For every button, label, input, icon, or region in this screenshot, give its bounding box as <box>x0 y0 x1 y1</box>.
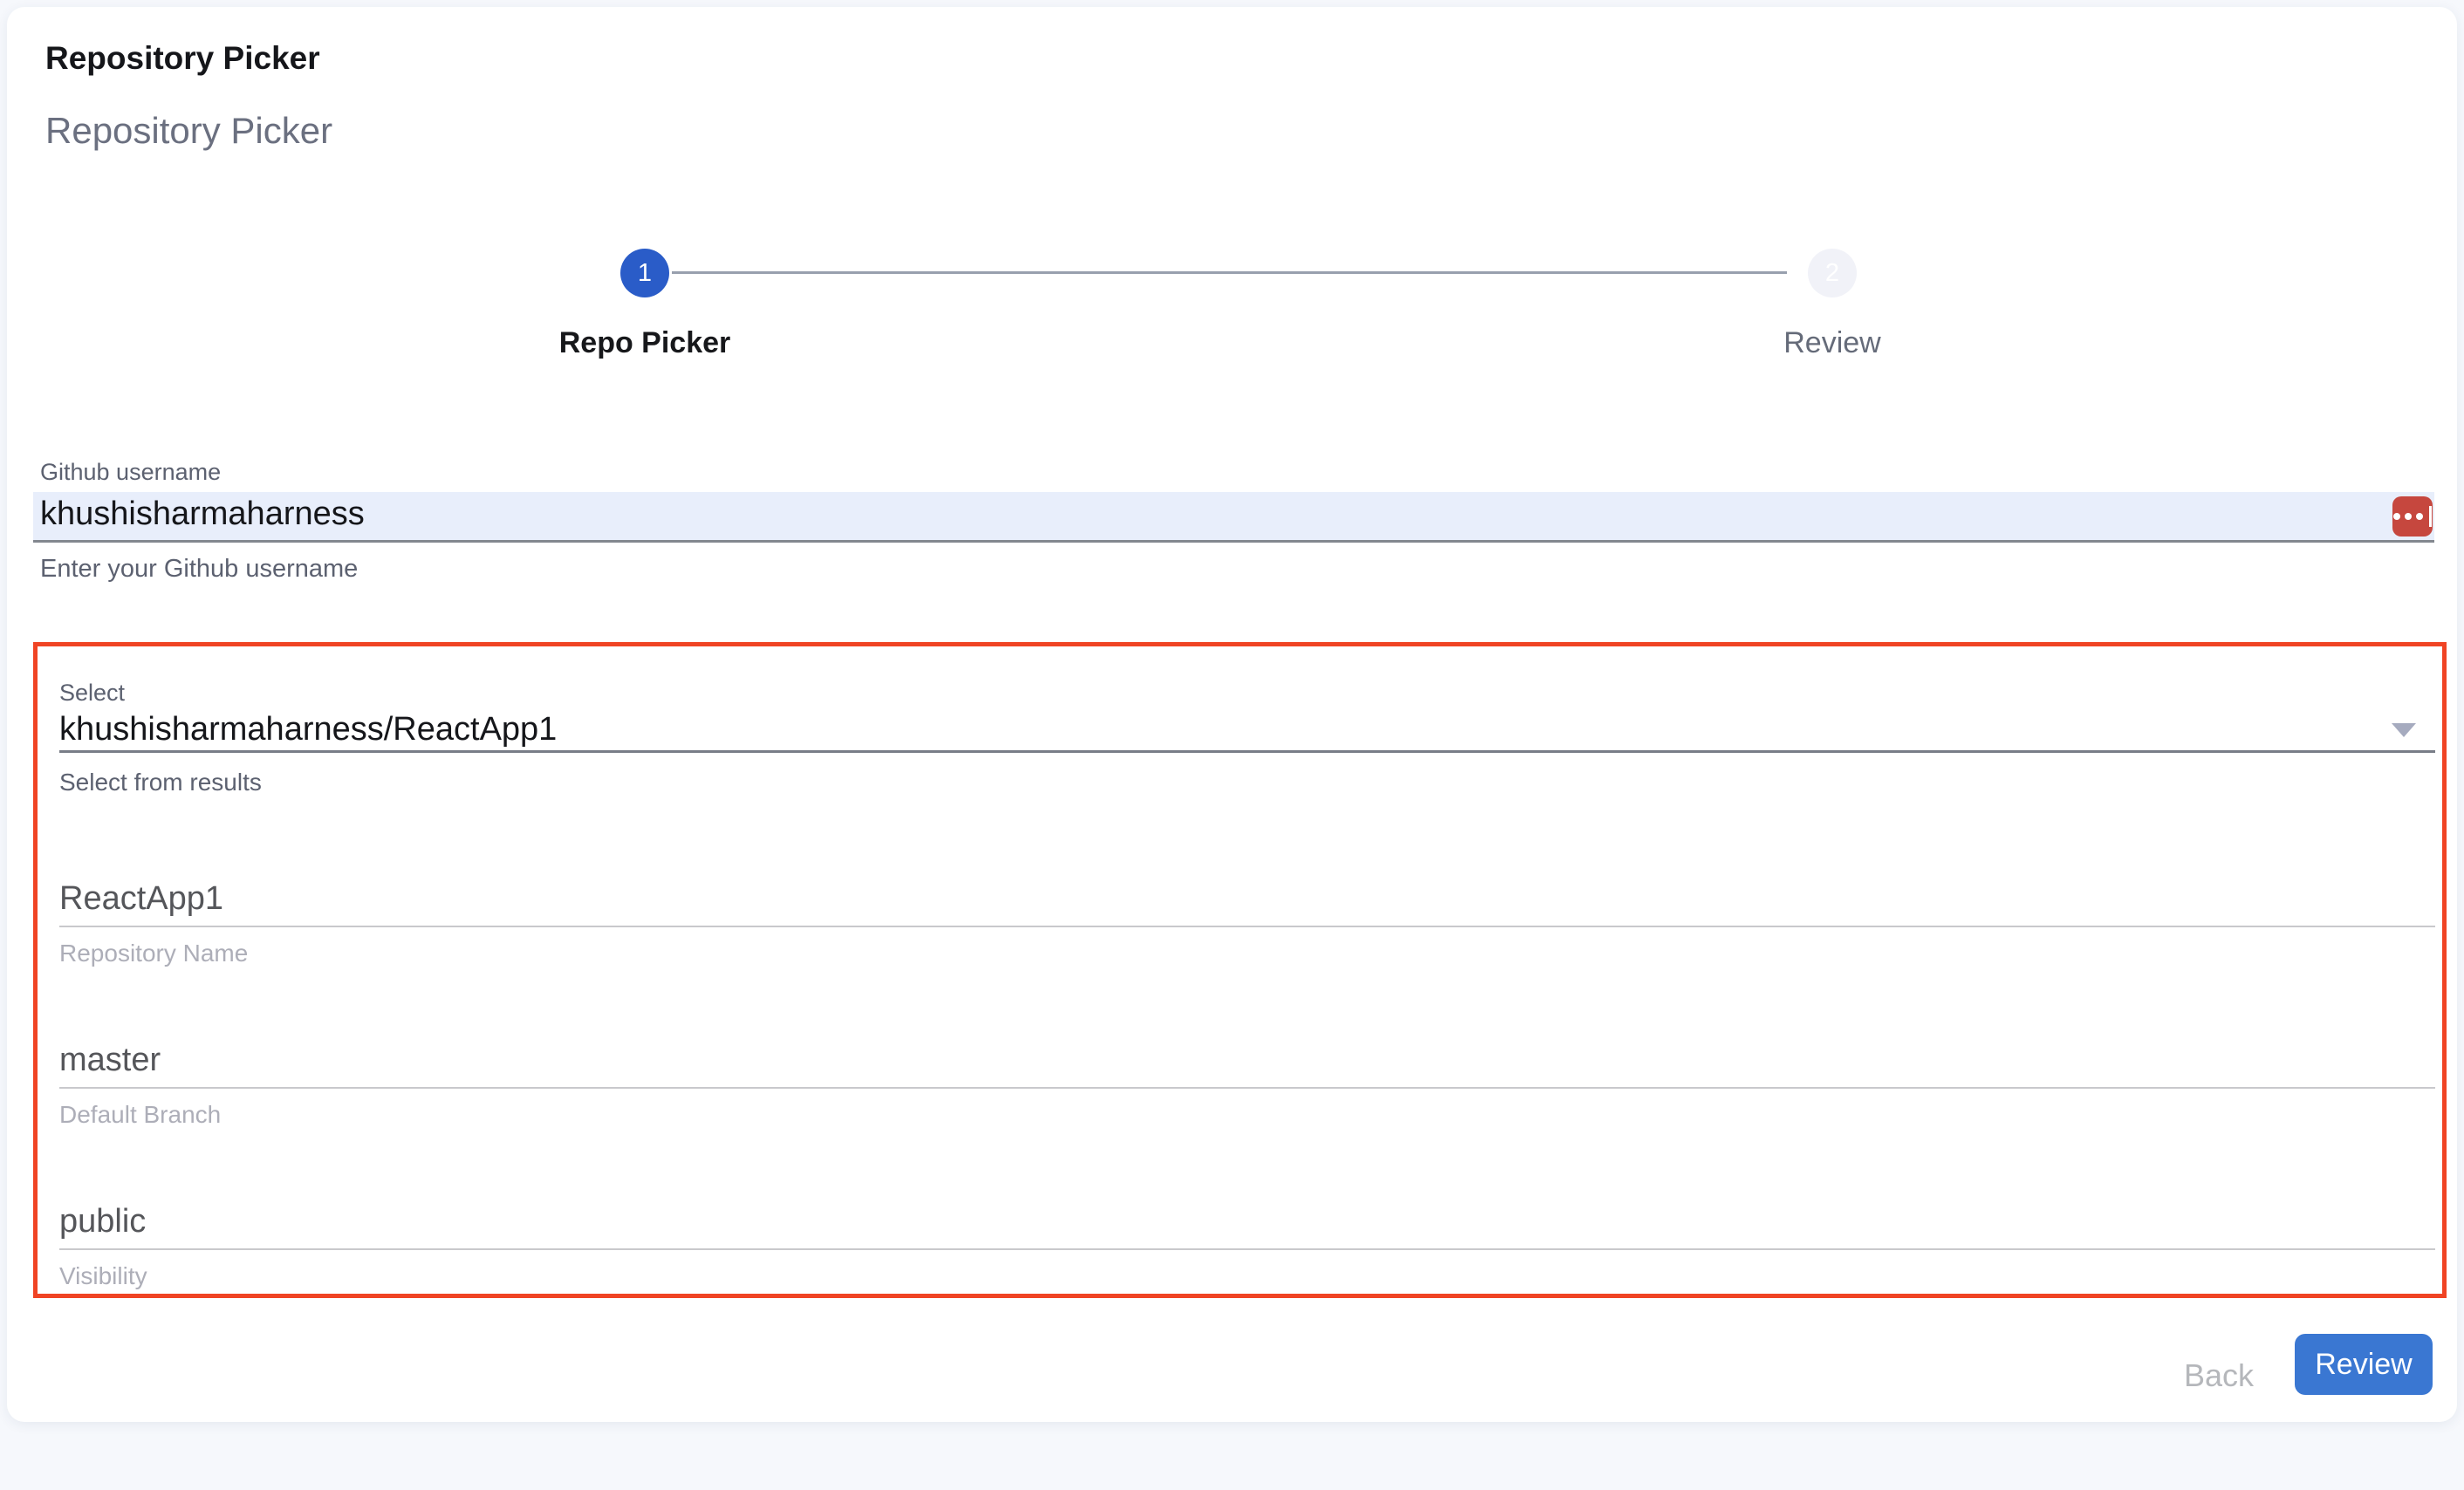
github-username-input[interactable] <box>33 492 2434 543</box>
stepper-connector-line <box>672 271 1787 274</box>
repository-name-label: Repository Name <box>59 940 2435 967</box>
step-2-indicator[interactable]: 2 <box>1808 249 1857 297</box>
password-manager-icon-dot <box>2416 513 2423 520</box>
default-branch-field-group: master Default Branch <box>59 1042 2435 1120</box>
step-2-label: Review <box>1783 326 1880 360</box>
repository-name-field-group: ReactApp1 Repository Name <box>59 880 2435 959</box>
default-branch-label: Default Branch <box>59 1101 2435 1129</box>
repo-select-dropdown[interactable]: khushisharmaharness/ReactApp1 <box>59 711 2435 753</box>
repository-name-value[interactable]: ReactApp1 <box>59 880 2435 927</box>
repository-picker-card: Repository Picker Repository Picker 1 2 … <box>7 7 2457 1422</box>
page-title: Repository Picker <box>45 40 320 77</box>
password-manager-icon-dot <box>2393 513 2400 520</box>
chevron-down-icon[interactable] <box>2392 723 2416 737</box>
password-manager-icon[interactable] <box>2392 496 2433 537</box>
visibility-label: Visibility <box>59 1262 2435 1290</box>
repo-select-helper-text: Select from results <box>59 769 262 796</box>
repo-details-highlighted-section: Select khushisharmaharness/ReactApp1 Sel… <box>33 642 2447 1298</box>
github-username-label: Github username <box>40 459 221 486</box>
step-1-indicator[interactable]: 1 <box>620 249 669 297</box>
review-button[interactable]: Review <box>2295 1334 2433 1395</box>
password-manager-icon-bar <box>2429 506 2432 527</box>
page-subtitle: Repository Picker <box>45 110 332 152</box>
default-branch-value[interactable]: master <box>59 1042 2435 1089</box>
visibility-field-group: public Visibility <box>59 1203 2435 1282</box>
back-button[interactable]: Back <box>2162 1349 2276 1403</box>
repo-select-value: khushisharmaharness/ReactApp1 <box>59 711 557 748</box>
visibility-value[interactable]: public <box>59 1203 2435 1250</box>
github-username-helper-text: Enter your Github username <box>40 555 358 584</box>
password-manager-icon-dot <box>2405 513 2412 520</box>
step-1-label: Repo Picker <box>559 326 731 360</box>
repo-select-label: Select <box>59 680 125 707</box>
